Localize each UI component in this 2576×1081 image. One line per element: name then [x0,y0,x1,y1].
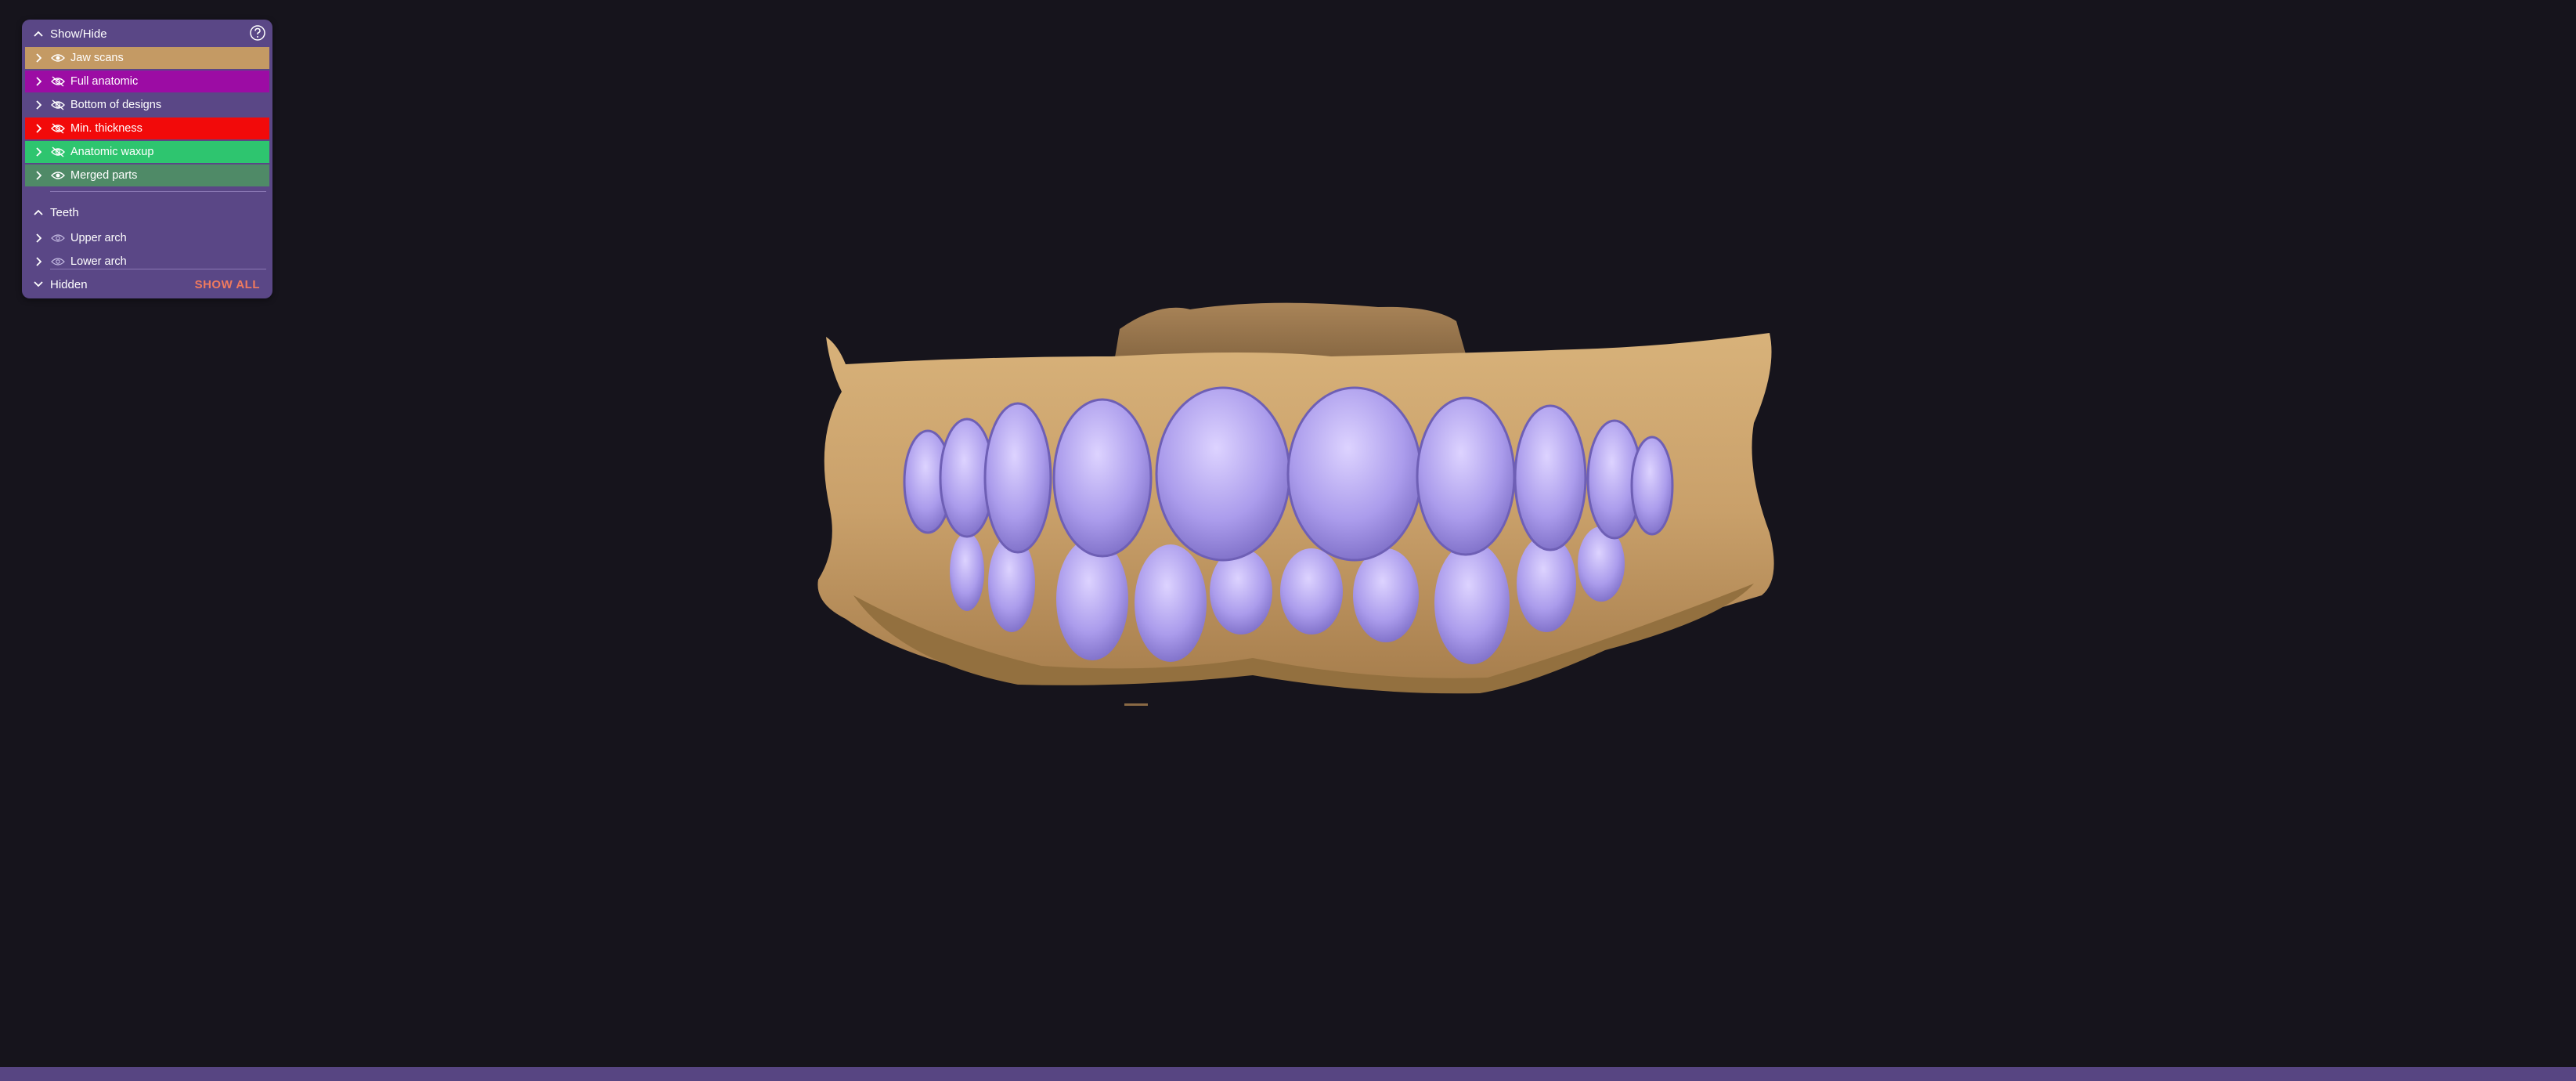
chevron-right-icon[interactable] [33,100,44,110]
chevron-right-icon[interactable] [33,147,44,157]
hidden-header[interactable]: Hidden SHOW ALL [22,272,272,297]
eye-off-icon[interactable] [49,99,67,110]
show-hide-header[interactable]: Show/Hide [22,20,272,48]
divider [50,191,266,192]
layer-row-merged-parts[interactable]: Merged parts [25,164,269,186]
layer-label: Merged parts [70,169,138,182]
3d-viewport[interactable] [0,0,2576,1067]
chevron-right-icon[interactable] [33,77,44,86]
eye-off-icon[interactable] [49,146,67,157]
teeth-title: Teeth [50,205,79,219]
layer-label: Min. thickness [70,122,143,135]
layer-label: Bottom of designs [70,99,162,111]
chevron-right-icon[interactable] [33,257,44,266]
eye-off-icon[interactable] [49,123,67,134]
layer-row-full-anatomic[interactable]: Full anatomic [25,70,269,92]
chevron-right-icon[interactable] [33,171,44,180]
layer-label: Anatomic waxup [70,146,154,158]
help-circle-icon[interactable] [249,24,266,42]
teeth-header[interactable]: Teeth [22,200,272,225]
layer-label: Full anatomic [70,75,139,88]
eye-icon[interactable] [49,233,67,243]
chevron-right-icon[interactable] [33,53,44,63]
teeth-row-upper-arch[interactable]: Upper arch [25,227,269,249]
bottom-bar [0,1067,2576,1081]
dental-model-render [817,302,1774,706]
eye-icon[interactable] [49,257,67,266]
layer-row-min-thickness[interactable]: Min. thickness [25,118,269,139]
chevron-down-icon [31,281,45,287]
layer-row-anatomic-waxup[interactable]: Anatomic waxup [25,141,269,163]
show-hide-panel: Show/Hide Jaw scans Full anatomic Bottom… [22,20,272,298]
eye-icon[interactable] [49,171,67,180]
eye-off-icon[interactable] [49,76,67,87]
teeth-label: Lower arch [70,255,127,268]
chevron-up-icon [31,31,45,37]
layer-label: Jaw scans [70,52,124,64]
chevron-right-icon[interactable] [33,233,44,243]
eye-icon[interactable] [49,53,67,63]
chevron-up-icon [31,209,45,215]
hidden-title: Hidden [50,277,88,291]
layer-row-bottom-of-designs[interactable]: Bottom of designs [25,94,269,116]
show-all-button[interactable]: SHOW ALL [195,278,260,291]
chevron-right-icon[interactable] [33,124,44,133]
layer-row-jaw-scans[interactable]: Jaw scans [25,47,269,69]
show-hide-title: Show/Hide [50,27,107,41]
teeth-label: Upper arch [70,232,127,244]
